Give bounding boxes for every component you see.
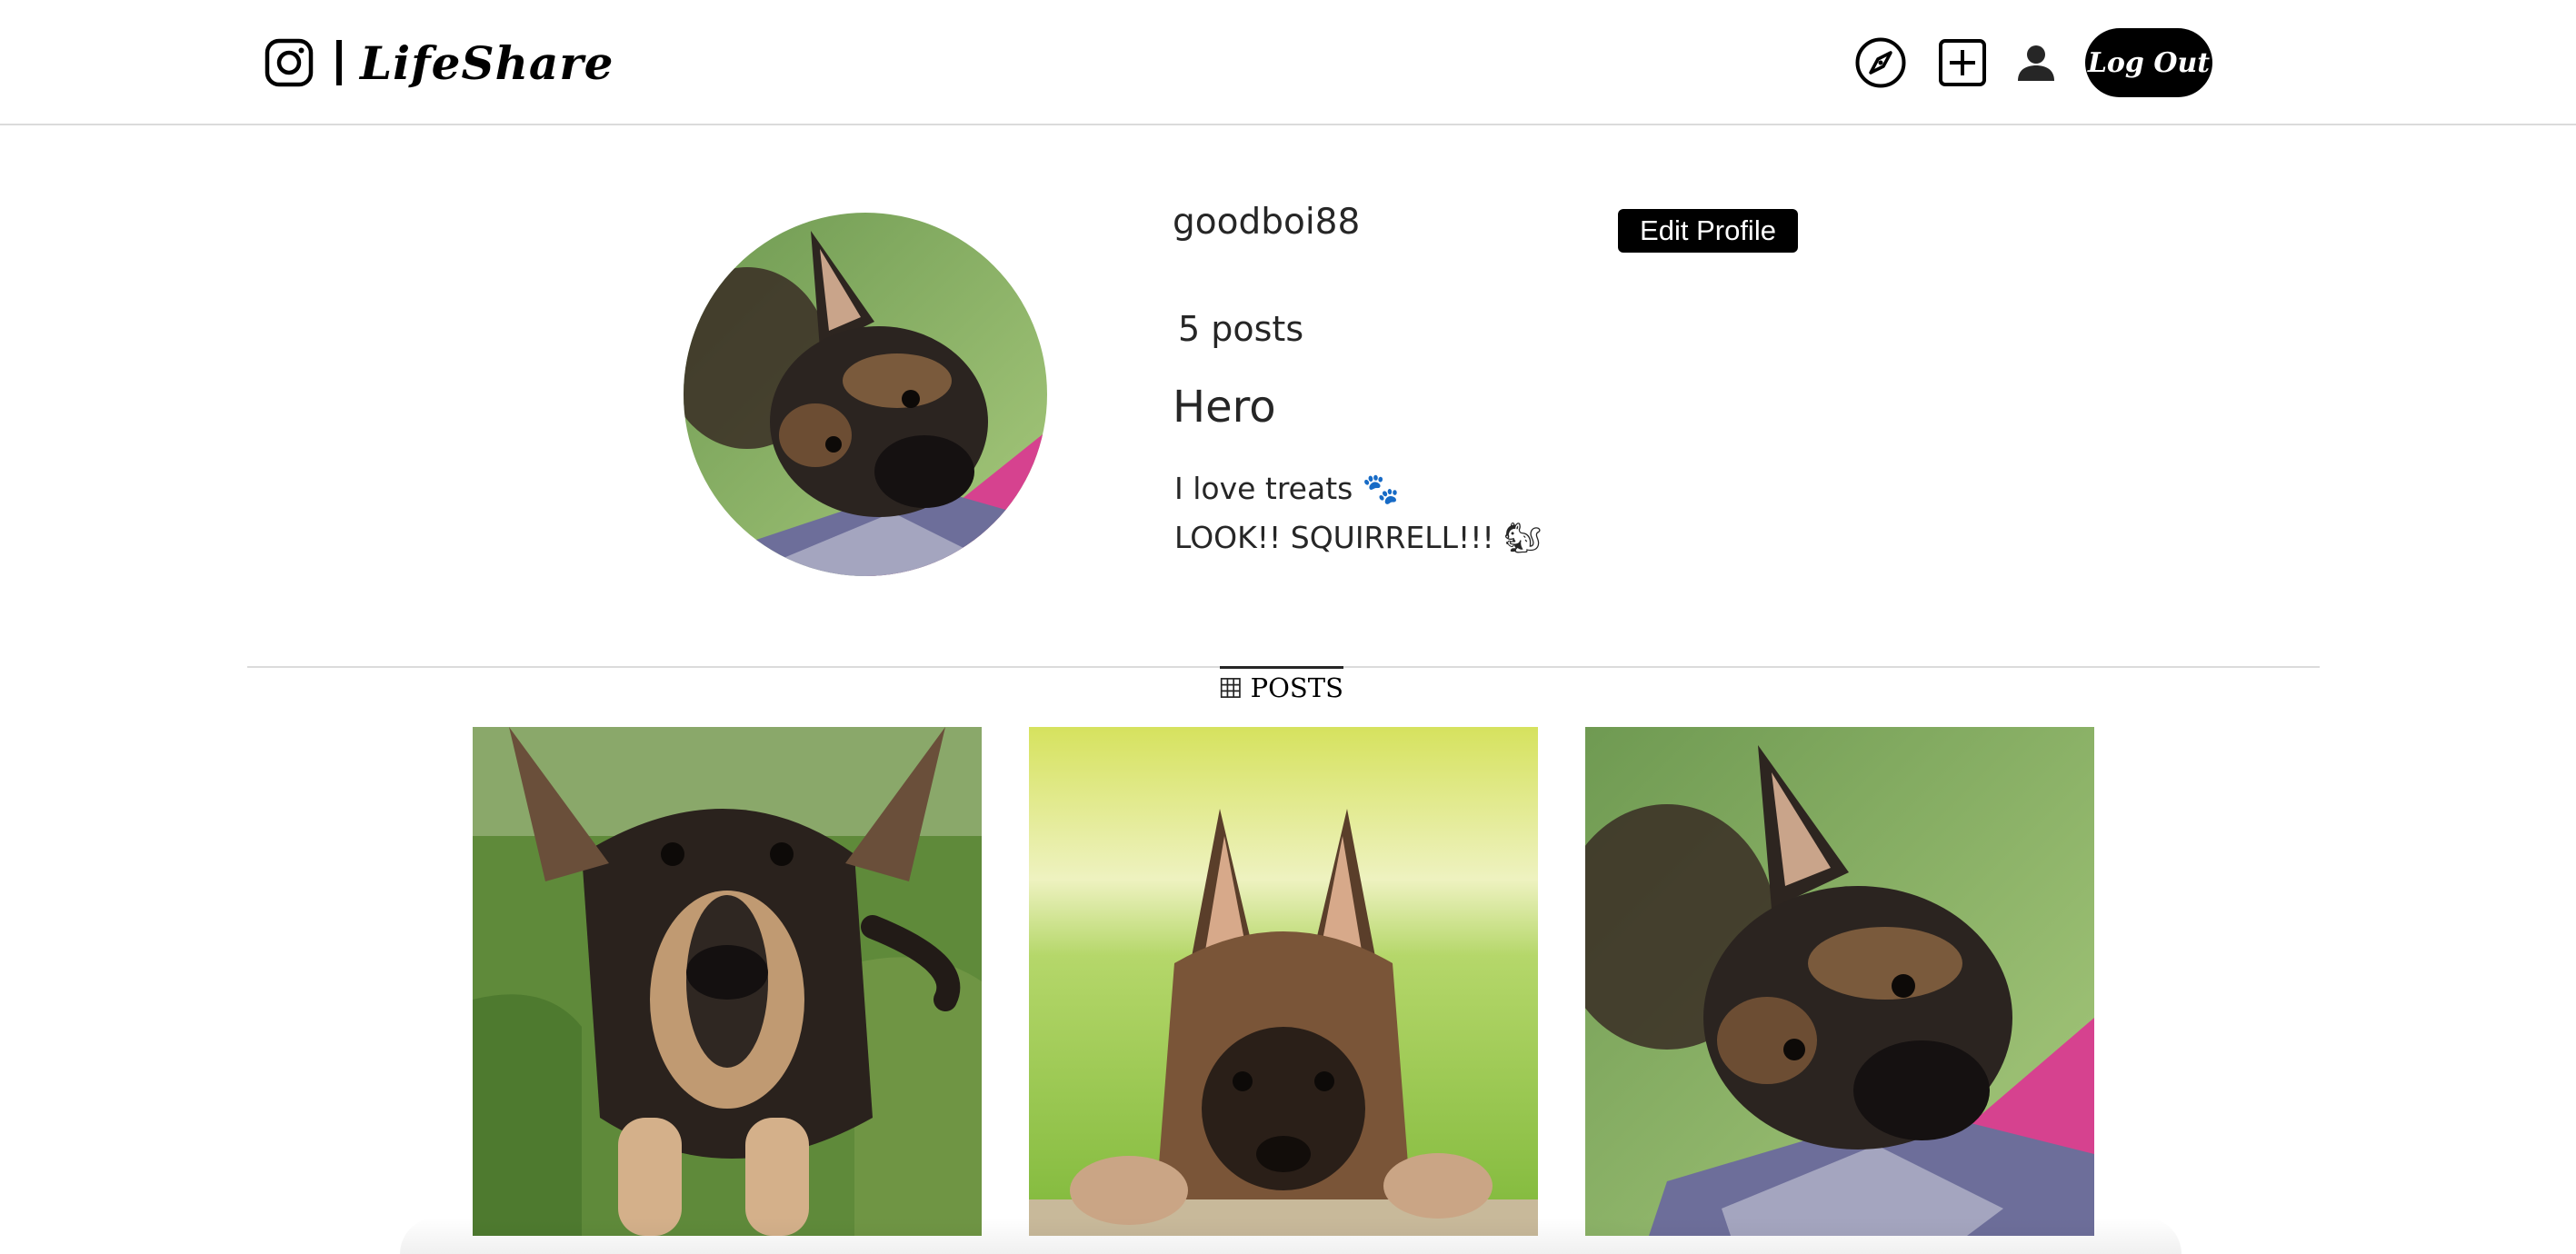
instagram-logo-icon	[265, 38, 314, 87]
post-thumbnail[interactable]	[1585, 727, 2094, 1236]
user-icon[interactable]	[2016, 43, 2056, 83]
post-image	[1029, 727, 1538, 1236]
brand-name: LifeShare	[360, 35, 614, 90]
username: goodboi88	[1173, 202, 1361, 243]
top-navbar: LifeShare Log Out	[0, 0, 2576, 125]
bio-line: LOOK!! SQUIRRELL!!! 🐿	[1174, 520, 1543, 555]
profile-full-name: Hero	[1173, 382, 1276, 433]
bio-line: I love treats 🐾	[1174, 471, 1400, 506]
grid-icon	[1220, 677, 1241, 698]
profile-avatar	[684, 213, 1047, 576]
post-thumbnail[interactable]	[473, 727, 982, 1236]
post-thumbnail[interactable]	[1029, 727, 1538, 1236]
logout-button[interactable]: Log Out	[2085, 28, 2212, 97]
brand[interactable]: LifeShare	[264, 35, 614, 91]
compass-icon[interactable]	[1854, 36, 1907, 89]
edit-profile-button[interactable]: Edit Profile	[1618, 209, 1798, 253]
post-image	[473, 727, 982, 1236]
brand-separator	[336, 40, 342, 85]
tab-posts[interactable]: POSTS	[1220, 666, 1343, 706]
posts-count: 5 posts	[1178, 309, 1304, 349]
scroll-shadow	[400, 1218, 2182, 1254]
nav-actions: Log Out	[1854, 27, 2212, 98]
tab-posts-label: POSTS	[1250, 672, 1343, 703]
plus-square-icon[interactable]	[1938, 38, 1987, 87]
post-image	[1585, 727, 2094, 1236]
